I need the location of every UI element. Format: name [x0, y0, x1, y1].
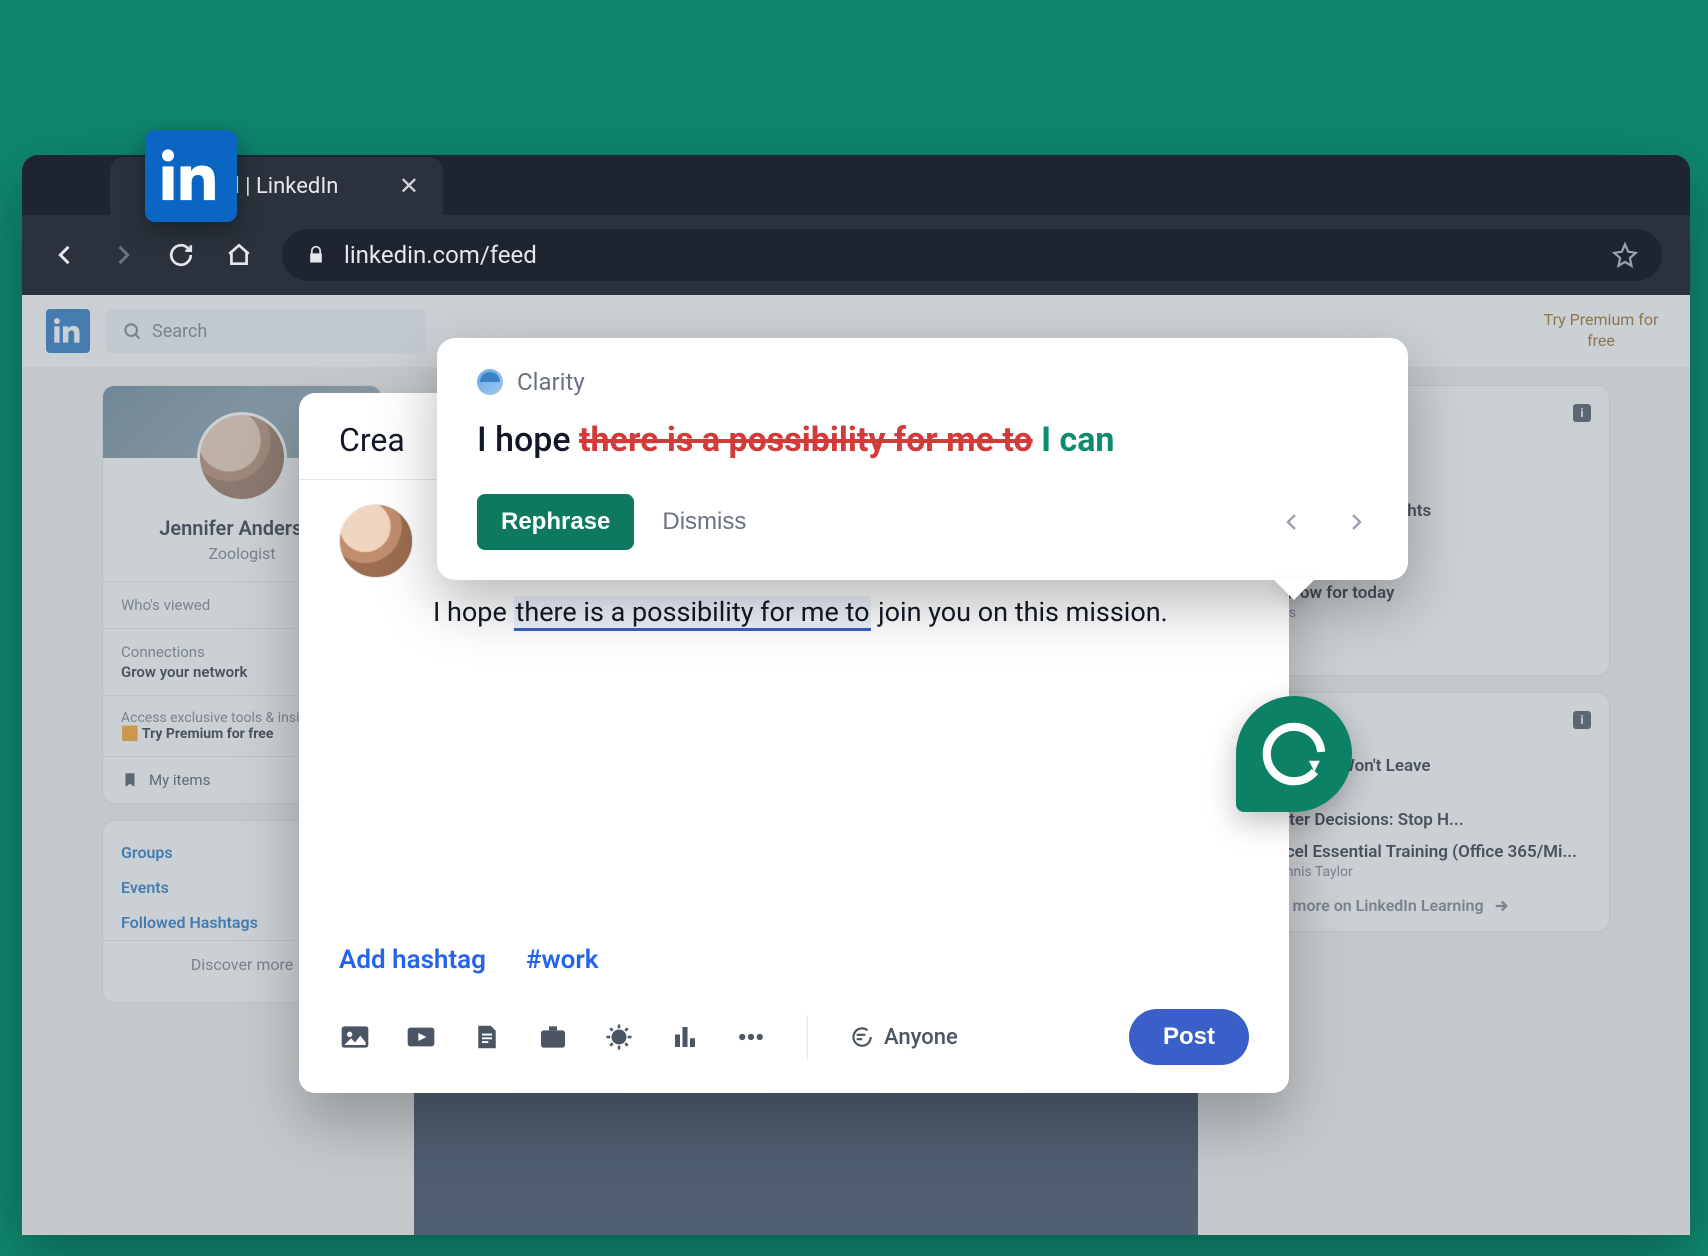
add-hashtag-button[interactable]: Add hashtag	[339, 945, 486, 975]
address-bar-row: linkedin.com/feed	[22, 215, 1690, 295]
address-bar[interactable]: linkedin.com/feed	[282, 229, 1662, 281]
suggestion-sentence: I hope there is a possibility for me to …	[477, 420, 1368, 460]
suggestion-prefix: I hope	[477, 420, 579, 460]
compose-text-after: join you on this mission.	[871, 596, 1167, 628]
star-icon[interactable]	[1612, 242, 1638, 268]
grammarly-icon	[1260, 720, 1328, 788]
poll-icon[interactable]	[669, 1021, 701, 1053]
suggestion-strike: there is a possibility for me to	[579, 420, 1033, 460]
clarity-icon	[477, 369, 503, 395]
audience-selector[interactable]: Anyone	[848, 1024, 958, 1050]
video-icon[interactable]	[405, 1021, 437, 1053]
address-url: linkedin.com/feed	[344, 241, 537, 269]
suggestion-category: Clarity	[477, 368, 1368, 396]
briefcase-icon[interactable]	[537, 1021, 569, 1053]
image-icon[interactable]	[339, 1021, 371, 1053]
tab-strip: Feed | LinkedIn ✕	[22, 155, 1690, 215]
rephrase-button[interactable]: Rephrase	[477, 494, 634, 550]
compose-text-flagged: there is a possibility for me to	[514, 596, 872, 631]
celebrate-icon[interactable]	[603, 1021, 635, 1053]
lock-icon	[306, 245, 326, 265]
divider	[807, 1015, 808, 1059]
forward-icon[interactable]	[108, 240, 138, 270]
compose-textarea[interactable]: I hope there is a possibility for me to …	[433, 592, 1249, 633]
next-suggestion-icon[interactable]	[1344, 510, 1368, 534]
dismiss-button[interactable]: Dismiss	[662, 508, 746, 536]
document-icon[interactable]	[471, 1021, 503, 1053]
grammarly-button[interactable]	[1236, 696, 1352, 812]
post-button[interactable]: Post	[1129, 1009, 1249, 1065]
suggestion-insert-text: I can	[1041, 420, 1114, 460]
compose-toolbar: Anyone Post	[339, 993, 1249, 1065]
compose-text-before: I hope	[433, 596, 514, 628]
hashtag-chip[interactable]: #work	[526, 945, 599, 975]
back-icon[interactable]	[50, 240, 80, 270]
reload-icon[interactable]	[166, 240, 196, 270]
compose-avatar[interactable]	[339, 504, 413, 578]
linkedin-favicon	[145, 130, 237, 222]
chat-icon	[848, 1024, 874, 1050]
home-icon[interactable]	[224, 240, 254, 270]
close-icon[interactable]: ✕	[399, 172, 419, 200]
more-icon[interactable]	[735, 1021, 767, 1053]
prev-suggestion-icon[interactable]	[1280, 510, 1304, 534]
grammarly-suggestion-popover: Clarity I hope there is a possibility fo…	[437, 338, 1408, 580]
